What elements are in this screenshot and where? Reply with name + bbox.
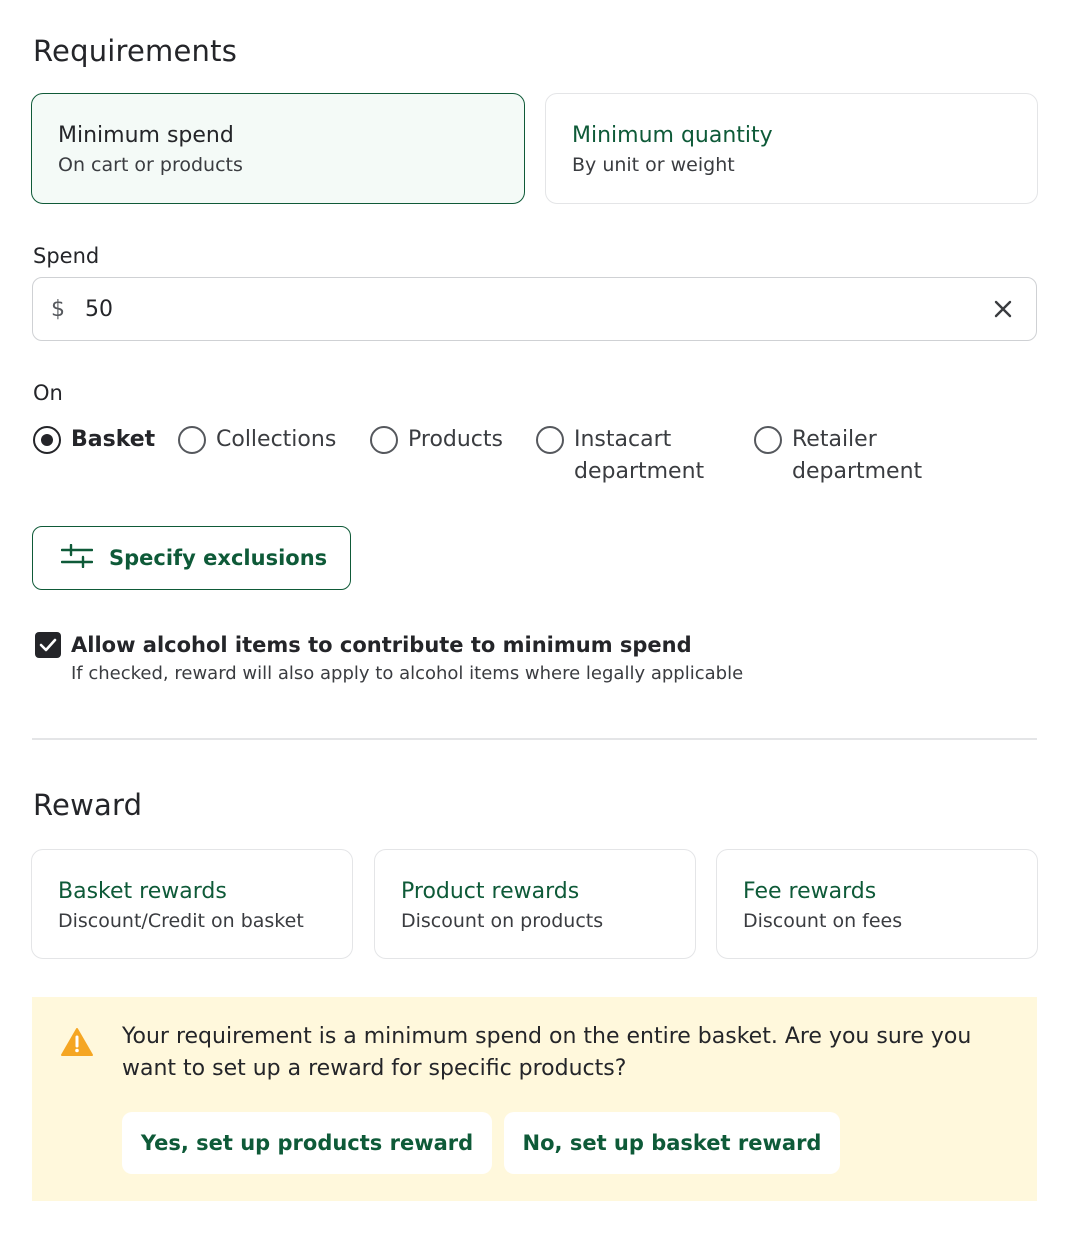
warning-icon xyxy=(60,1027,94,1061)
radio-products[interactable]: Products xyxy=(370,424,503,456)
specify-exclusions-label: Specify exclusions xyxy=(109,546,328,570)
sliders-icon xyxy=(60,543,94,572)
spend-label: Spend xyxy=(33,244,100,268)
card-subtitle: On cart or products xyxy=(58,154,243,176)
clear-icon[interactable] xyxy=(988,294,1018,324)
basket-rewards-card[interactable]: Basket rewards Discount/Credit on basket xyxy=(31,849,353,959)
card-title: Basket rewards xyxy=(58,879,227,904)
spend-input[interactable] xyxy=(85,296,988,322)
product-rewards-card[interactable]: Product rewards Discount on products xyxy=(374,849,696,959)
currency-prefix: $ xyxy=(51,296,65,322)
card-title: Fee rewards xyxy=(743,879,877,904)
card-title: Product rewards xyxy=(401,879,580,904)
radio-label: Instacart department xyxy=(574,427,705,484)
radio-basket[interactable]: Basket xyxy=(33,424,155,456)
warning-message: Your requirement is a minimum spend on t… xyxy=(122,1024,972,1081)
warning-banner: Your requirement is a minimum spend on t… xyxy=(32,997,1037,1201)
radio-circle xyxy=(754,426,782,454)
card-subtitle: By unit or weight xyxy=(572,154,735,176)
radio-retailer-department[interactable]: Retailer department xyxy=(754,424,934,488)
on-radio-group: Basket Collections Products Instacart de… xyxy=(33,424,1033,494)
minimum-quantity-card[interactable]: Minimum quantity By unit or weight xyxy=(545,93,1038,204)
no-basket-reward-button[interactable]: No, set up basket reward xyxy=(504,1112,840,1174)
radio-circle xyxy=(536,426,564,454)
fee-rewards-card[interactable]: Fee rewards Discount on fees xyxy=(716,849,1038,959)
card-title: Minimum quantity xyxy=(572,123,773,148)
specify-exclusions-button[interactable]: Specify exclusions xyxy=(32,526,351,590)
radio-label: Products xyxy=(408,427,503,452)
alcohol-checkbox-row: Allow alcohol items to contribute to min… xyxy=(35,630,743,688)
radio-circle xyxy=(370,426,398,454)
check-icon xyxy=(39,638,57,652)
alcohol-checkbox-label: Allow alcohol items to contribute to min… xyxy=(71,633,692,657)
section-divider xyxy=(32,738,1037,740)
minimum-spend-card[interactable]: Minimum spend On cart or products xyxy=(31,93,525,204)
alcohol-checkbox[interactable] xyxy=(35,632,61,658)
spend-field[interactable]: $ xyxy=(32,277,1037,341)
yes-products-reward-button[interactable]: Yes, set up products reward xyxy=(122,1112,492,1174)
radio-collections[interactable]: Collections xyxy=(178,424,336,456)
radio-label: Basket xyxy=(71,427,156,452)
on-label: On xyxy=(33,381,63,405)
card-subtitle: Discount on fees xyxy=(743,910,903,932)
card-subtitle: Discount on products xyxy=(401,910,604,932)
radio-circle xyxy=(178,426,206,454)
radio-circle xyxy=(33,426,61,454)
card-title: Minimum spend xyxy=(58,123,234,148)
radio-instacart-department[interactable]: Instacart department xyxy=(536,424,716,488)
reward-title: Reward xyxy=(33,788,143,822)
radio-label: Retailer department xyxy=(792,427,923,484)
alcohol-help-text: If checked, reward will also apply to al… xyxy=(71,663,744,684)
radio-label: Collections xyxy=(216,427,337,452)
card-subtitle: Discount/Credit on basket xyxy=(58,910,304,932)
requirements-title: Requirements xyxy=(33,34,238,68)
